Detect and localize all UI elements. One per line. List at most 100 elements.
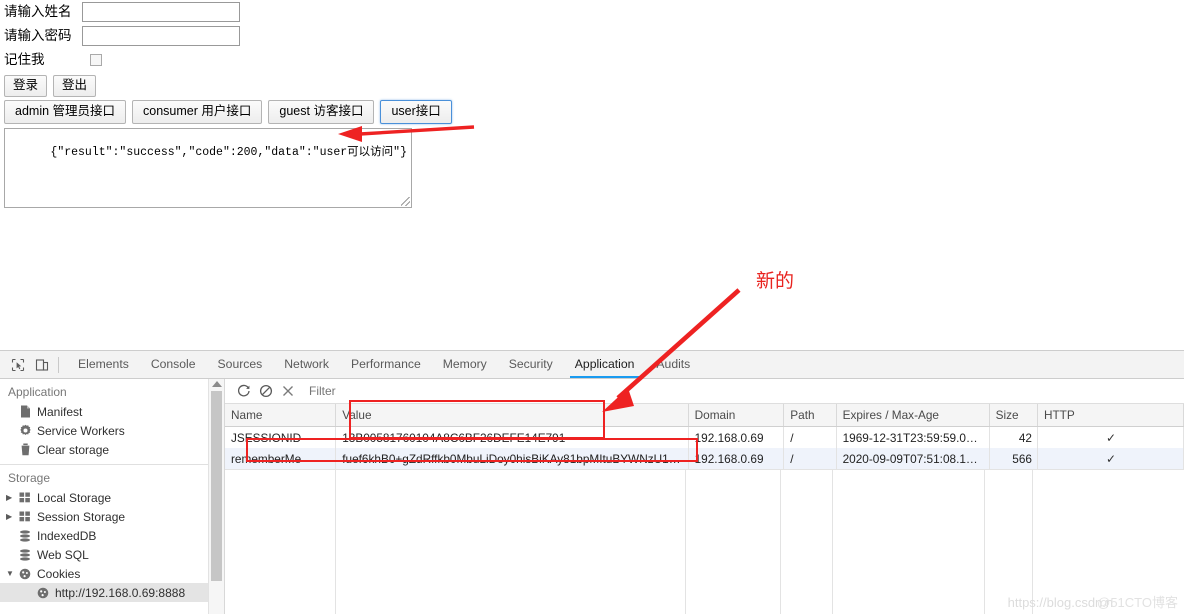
gear-icon: [18, 424, 32, 438]
admin-api-button[interactable]: admin 管理员接口: [4, 100, 127, 124]
remember-me-label: 记住我: [4, 52, 45, 67]
devtools-body: Application Manifest Service Workers Cle…: [0, 379, 1184, 614]
cell-expires: 2020-09-09T07:51:08.141Z: [836, 448, 990, 469]
tab-sources[interactable]: Sources: [207, 352, 274, 377]
toolbar-divider: [58, 356, 59, 373]
cell-path: /: [783, 426, 837, 448]
sidebar-item-label: Local Storage: [37, 490, 112, 505]
column-header-domain[interactable]: Domain: [688, 404, 785, 427]
cell-path: /: [783, 448, 837, 469]
username-label: 请输入姓名: [4, 4, 72, 19]
sidebar-item-clear-storage[interactable]: Clear storage: [0, 440, 224, 459]
cell-name: JSESSIONID: [225, 426, 337, 448]
login-button[interactable]: 登录: [4, 75, 48, 97]
remember-me-checkbox[interactable]: [90, 54, 102, 66]
cookie-icon: [18, 567, 32, 581]
tab-elements[interactable]: Elements: [67, 352, 140, 377]
inspect-element-icon[interactable]: [6, 353, 30, 377]
resize-handle-icon[interactable]: [401, 197, 410, 206]
scroll-up-arrow-icon[interactable]: [212, 381, 222, 387]
tab-network[interactable]: Network: [273, 352, 340, 377]
cookie-icon: [36, 586, 50, 600]
sidebar-item-service-workers[interactable]: Service Workers: [0, 421, 224, 440]
cookies-main-pane: Name Value Domain Path Expires / Max-Age…: [225, 379, 1184, 614]
document-icon: [18, 405, 32, 419]
sidebar-item-label: Web SQL: [37, 547, 89, 562]
column-header-expires[interactable]: Expires / Max-Age: [836, 404, 990, 427]
password-row: 请输入密码: [0, 24, 1184, 48]
sidebar-item-label: http://192.168.0.69:8888: [55, 585, 186, 600]
password-label: 请输入密码: [4, 28, 72, 43]
tab-security[interactable]: Security: [498, 352, 564, 377]
cookies-table: Name Value Domain Path Expires / Max-Age…: [225, 404, 1184, 469]
clear-all-icon[interactable]: [255, 381, 277, 401]
sidebar-item-web-sql[interactable]: Web SQL: [0, 545, 224, 564]
sidebar-section-application-title: Application: [8, 385, 67, 399]
twisty-collapsed-icon[interactable]: ▶: [6, 512, 16, 522]
username-row: 请输入姓名: [0, 0, 1184, 24]
table-row[interactable]: rememberMe fuef6khB0+gZdRffkb0MbuLiDoy0h…: [225, 448, 1184, 469]
remember-me-row: 记住我: [0, 48, 1184, 72]
tab-console[interactable]: Console: [140, 352, 207, 377]
grid-vline: [335, 469, 336, 614]
sidebar-item-session-storage[interactable]: ▶ Session Storage: [0, 507, 224, 526]
column-header-name[interactable]: Name: [225, 404, 337, 427]
user-api-button[interactable]: user接口: [380, 100, 452, 124]
sidebar-scrollbar[interactable]: [208, 379, 224, 614]
table-row[interactable]: JSESSIONID 13B00581760104A8C6BF26DEFE14E…: [225, 426, 1184, 448]
guest-api-button[interactable]: guest 访客接口: [268, 100, 375, 124]
cell-domain: 192.168.0.69: [688, 426, 785, 448]
application-sidebar: Application Manifest Service Workers Cle…: [0, 379, 225, 614]
grid-vline: [1032, 469, 1033, 614]
cell-size: 42: [989, 426, 1038, 448]
username-input[interactable]: [82, 2, 240, 22]
cell-expires: 1969-12-31T23:59:59.000Z: [836, 426, 990, 448]
sidebar-item-label: Manifest: [37, 404, 83, 419]
toggle-device-toolbar-icon[interactable]: [30, 353, 54, 377]
sidebar-item-label: IndexedDB: [37, 528, 97, 543]
sidebar-item-cookie-origin[interactable]: http://192.168.0.69:8888: [0, 583, 224, 602]
cell-value: 13B00581760104A8C6BF26DEFE14E791: [335, 426, 689, 448]
password-input[interactable]: [82, 26, 240, 46]
sidebar-item-indexeddb[interactable]: IndexedDB: [0, 526, 224, 545]
cell-http: ✓: [1037, 448, 1184, 469]
tab-audits[interactable]: Audits: [645, 352, 701, 377]
filter-input[interactable]: [307, 381, 1174, 401]
trash-icon: [18, 443, 32, 457]
screenshot-root: 请输入姓名 请输入密码 记住我 登录 登出 admin 管理员接口 consum…: [0, 0, 1184, 614]
column-header-path[interactable]: Path: [783, 404, 837, 427]
sidebar-item-cookies[interactable]: ▼ Cookies: [0, 564, 224, 583]
grid-vline: [984, 469, 985, 614]
database-icon: [18, 529, 32, 543]
cookies-empty-grid: [225, 469, 1184, 614]
table-icon: [18, 491, 32, 505]
grid-vline: [832, 469, 833, 614]
response-textarea[interactable]: {"result":"success","code":200,"data":"u…: [4, 128, 412, 208]
cell-name: rememberMe: [225, 448, 337, 469]
cookies-toolbar: [225, 379, 1184, 404]
delete-selected-icon[interactable]: [277, 381, 299, 401]
table-header-row: Name Value Domain Path Expires / Max-Age…: [225, 404, 1184, 427]
consumer-api-button[interactable]: consumer 用户接口: [132, 100, 263, 124]
database-icon: [18, 548, 32, 562]
sidebar-item-manifest[interactable]: Manifest: [0, 402, 224, 421]
sidebar-item-local-storage[interactable]: ▶ Local Storage: [0, 488, 224, 507]
grid-vline: [780, 469, 781, 614]
refresh-icon[interactable]: [233, 381, 255, 401]
cell-size: 566: [989, 448, 1038, 469]
column-header-http[interactable]: HTTP: [1037, 404, 1184, 427]
tab-memory[interactable]: Memory: [432, 352, 498, 377]
twisty-expanded-icon[interactable]: ▼: [6, 569, 16, 579]
twisty-collapsed-icon[interactable]: ▶: [6, 493, 16, 503]
tab-performance[interactable]: Performance: [340, 352, 432, 377]
response-text: {"result":"success","code":200,"data":"u…: [50, 146, 407, 159]
tab-application[interactable]: Application: [564, 352, 646, 378]
grid-hline: [225, 469, 1184, 470]
column-header-value[interactable]: Value: [335, 404, 689, 427]
column-header-size[interactable]: Size: [989, 404, 1038, 427]
api-button-row: admin 管理员接口 consumer 用户接口 guest 访客接口 use…: [0, 100, 1184, 124]
logout-button[interactable]: 登出: [53, 75, 97, 97]
devtools-tabbar: Elements Console Sources Network Perform…: [0, 351, 1184, 379]
scrollbar-thumb[interactable]: [211, 391, 222, 581]
sidebar-section-storage-title: Storage: [8, 471, 51, 485]
